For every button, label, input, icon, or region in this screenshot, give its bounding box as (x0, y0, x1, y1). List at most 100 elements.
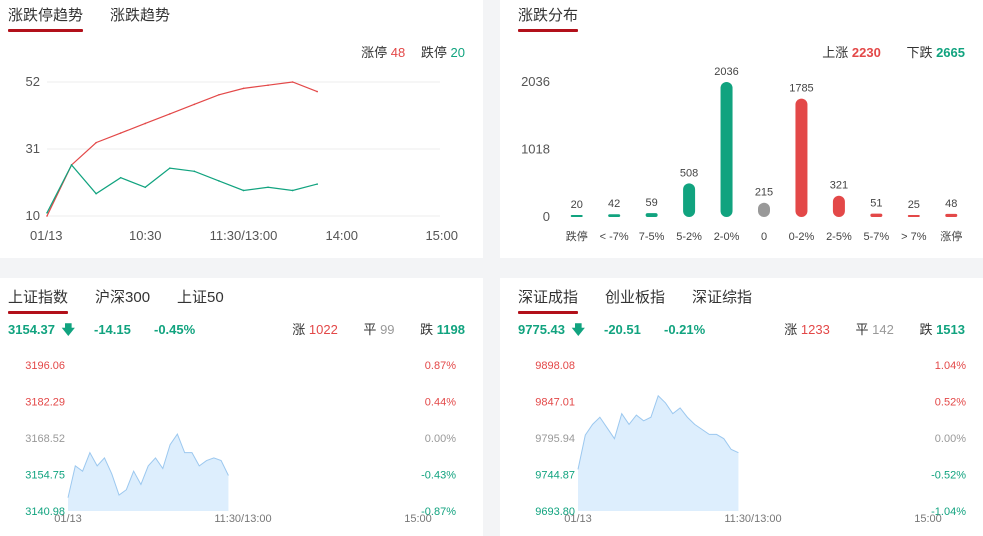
series-line (46, 163, 318, 214)
x-tick-label: 10:30 (129, 228, 162, 243)
x-tick-label: 11:30/13:00 (214, 513, 271, 525)
series-point (95, 141, 97, 144)
price-tick-label: 9795.94 (535, 433, 575, 445)
price-tick-label: 9847.01 (535, 397, 575, 409)
distribution-bar (870, 213, 883, 217)
category-label: 5-2% (676, 231, 702, 243)
series-point (316, 90, 318, 93)
category-label: 0-2% (789, 231, 815, 243)
x-tick-label: 11:30/13:00 (210, 228, 278, 243)
series-point (119, 132, 122, 134)
series-point (144, 186, 147, 189)
x-tick-label: 11:30/13:00 (724, 513, 781, 525)
price-tick-label: 3154.75 (25, 470, 65, 482)
pct-tick-label: 0.52% (935, 397, 966, 409)
series-point (291, 189, 294, 192)
distribution-panel: 涨跌分布 上涨 2230 下跌 2665 2036 1018 0 20 跌停 42 < -7… (500, 0, 983, 258)
category-label: 2-0% (714, 231, 740, 243)
price-tick-label: 9898.08 (535, 360, 575, 372)
bar-value-label: 25 (908, 199, 920, 211)
series-point (316, 183, 318, 185)
distribution-bar (645, 213, 658, 217)
distribution-bar (683, 183, 696, 217)
x-tick-label: 15:00 (914, 513, 942, 525)
category-label: 5-7% (864, 231, 890, 243)
series-point (267, 186, 269, 189)
x-tick-label: 15:00 (425, 228, 458, 243)
index-area (68, 434, 229, 511)
price-tick-label: 3168.52 (25, 433, 65, 445)
bar-value-label: 2036 (714, 66, 738, 78)
pct-tick-label: 0.44% (425, 397, 456, 409)
limit-trend-chart: 52 31 10 01/13 10:30 11:30/13:00 14:00 15:00 (26, 74, 458, 243)
series-point (267, 84, 269, 86)
bar-value-label: 42 (608, 198, 620, 210)
series-point (291, 81, 294, 83)
pct-tick-label: -0.52% (931, 470, 966, 482)
series-point (242, 189, 245, 192)
bar-value-label: 508 (680, 167, 698, 179)
series-point (70, 164, 73, 166)
bar-value-label: 59 (646, 197, 658, 209)
category-label: 0 (761, 231, 767, 243)
sh-index-chart: 3196.063182.293168.523154.753140.980.87%… (25, 360, 456, 525)
bar-value-label: 1785 (789, 83, 813, 95)
series-point (46, 215, 48, 217)
category-label: > 7% (901, 231, 927, 243)
pct-tick-label: 1.04% (935, 360, 966, 372)
distribution-bar (795, 98, 808, 217)
price-tick-label: 3196.06 (25, 360, 65, 372)
pct-tick-label: -0.43% (421, 470, 456, 482)
bar-value-label: 48 (945, 198, 957, 210)
series-point (169, 167, 171, 169)
index-area (578, 395, 739, 511)
distribution-bar (758, 202, 770, 217)
series-point (218, 93, 220, 96)
series-point (193, 103, 196, 106)
y-tick-label: 10 (26, 208, 40, 223)
pct-tick-label: 0.00% (425, 433, 456, 445)
series-point (242, 87, 245, 90)
distribution-bar (945, 213, 958, 217)
series-point (46, 212, 48, 214)
x-tick-label: 14:00 (325, 228, 358, 243)
bar-value-label: 215 (755, 187, 773, 199)
series-point (169, 113, 171, 115)
distribution-bar (832, 195, 845, 217)
distribution-bar (608, 214, 621, 217)
limit-trend-panel: 涨跌停趋势 涨跌趋势 涨停 48 跌停 20 52 31 10 01/13 10:30 1… (0, 0, 483, 258)
distribution-chart: 2036 1018 0 20 跌停 42 < -7% 59 7-5% 508 5-2% 2036 2-0… (521, 66, 962, 243)
category-label: 跌停 (566, 229, 588, 243)
category-label: 2-5% (826, 231, 852, 243)
y-tick-label: 1018 (521, 142, 550, 157)
distribution-bar (907, 215, 920, 217)
price-tick-label: 9744.87 (535, 470, 575, 482)
sz-index-chart: 9898.089847.019795.949744.879693.801.04%… (535, 360, 966, 525)
x-tick-label: 01/13 (564, 513, 592, 525)
pct-tick-label: 0.00% (935, 433, 966, 445)
y-tick-label: 31 (26, 141, 40, 156)
bar-value-label: 321 (830, 180, 848, 192)
price-tick-label: 3182.29 (25, 397, 65, 409)
series-point (144, 122, 147, 125)
x-tick-label: 15:00 (404, 513, 432, 525)
x-tick-label: 01/13 (54, 513, 82, 525)
bar-value-label: 20 (571, 199, 583, 211)
y-tick-label: 0 (543, 209, 550, 224)
series-point (218, 180, 220, 182)
distribution-bar (720, 82, 733, 217)
category-label: < -7% (600, 231, 629, 243)
y-tick-label: 52 (26, 74, 40, 89)
series-point (95, 192, 97, 195)
distribution-bar (570, 215, 583, 217)
y-tick-label: 2036 (521, 74, 550, 89)
series-point (119, 176, 122, 179)
category-label: 涨停 (940, 229, 962, 243)
sh-index-panel: 上证指数 沪深300 上证50 3154.37 🡇 -14.15 -0.45% … (0, 278, 483, 536)
category-label: 7-5% (639, 231, 665, 243)
bar-value-label: 51 (870, 198, 882, 210)
sz-index-panel: 深证成指 创业板指 深证综指 9775.43 🡇 -20.51 -0.21% 涨… (500, 278, 983, 536)
pct-tick-label: 0.87% (425, 360, 456, 372)
x-tick-label: 01/13 (30, 228, 63, 243)
series-point (193, 170, 196, 173)
